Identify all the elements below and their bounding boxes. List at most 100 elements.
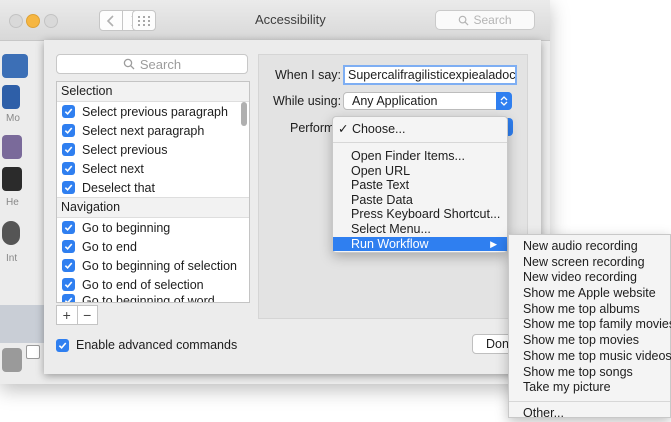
checkbox[interactable] bbox=[62, 259, 75, 272]
checkbox[interactable] bbox=[62, 181, 75, 194]
menu-item-run-workflow[interactable]: Run Workflow ▶ bbox=[333, 236, 507, 252]
chevron-left-icon bbox=[106, 14, 114, 27]
menu-item[interactable]: Open URL bbox=[333, 164, 507, 179]
when-i-say-field[interactable]: Supercalifragilisticexpiealadocious bbox=[343, 65, 517, 85]
checkbox[interactable] bbox=[62, 294, 75, 302]
while-using-value: Any Application bbox=[352, 94, 438, 108]
checkbox[interactable] bbox=[62, 105, 75, 118]
checkbox[interactable] bbox=[62, 221, 75, 234]
add-remove-control: + − bbox=[56, 305, 98, 325]
menu-item[interactable]: Paste Data bbox=[333, 193, 507, 208]
submenu-item-other[interactable]: Other... bbox=[509, 406, 670, 422]
zoom-icon[interactable] bbox=[2, 85, 20, 109]
when-i-say-label: When I say: bbox=[275, 68, 341, 82]
list-item[interactable]: Go to end of selection bbox=[57, 275, 249, 294]
list-item[interactable]: Select previous bbox=[57, 140, 249, 159]
audio-icon[interactable] bbox=[2, 221, 20, 245]
list-item[interactable]: Select next paragraph bbox=[57, 121, 249, 140]
checkbox[interactable] bbox=[62, 124, 75, 137]
list-item-label: Select next paragraph bbox=[82, 123, 205, 138]
submenu-arrow-icon: ▶ bbox=[490, 238, 497, 249]
command-search-field[interactable]: Search bbox=[56, 54, 248, 74]
checkmark-icon bbox=[64, 224, 73, 232]
list-item[interactable]: Go to beginning of word bbox=[57, 294, 249, 303]
list-item-label: Go to beginning of word bbox=[82, 294, 215, 303]
checkmark-icon: ✓ bbox=[338, 122, 352, 136]
submenu-item[interactable]: Show me top songs bbox=[509, 365, 670, 381]
close-button[interactable] bbox=[9, 14, 23, 28]
captions-icon[interactable] bbox=[2, 167, 22, 191]
perform-menu: ✓ Choose... Open Finder Items... Open UR… bbox=[332, 116, 508, 253]
submenu-item[interactable]: Show me Apple website bbox=[509, 286, 670, 302]
search-icon bbox=[459, 15, 469, 26]
minimize-button[interactable] bbox=[26, 14, 40, 28]
menu-item[interactable]: Press Keyboard Shortcut... bbox=[333, 207, 507, 222]
list-item-label: Go to end bbox=[82, 239, 137, 254]
command-list[interactable]: Selection Select previous paragraph Sele… bbox=[56, 81, 250, 303]
submenu-item[interactable]: Show me top movies bbox=[509, 333, 670, 349]
command-search-placeholder: Search bbox=[139, 56, 182, 72]
submenu-item[interactable]: Show me top music videos bbox=[509, 349, 671, 365]
list-item-label: Go to end of selection bbox=[82, 277, 204, 292]
sidebar-peek: Mo He Int bbox=[0, 41, 44, 372]
list-item[interactable]: Select next bbox=[57, 159, 249, 178]
checkmark-icon bbox=[64, 184, 73, 192]
remove-command-button[interactable]: − bbox=[78, 306, 98, 324]
submenu-item[interactable]: Take my picture bbox=[509, 380, 670, 396]
submenu-item[interactable]: Show me top albums bbox=[509, 302, 670, 318]
submenu-item[interactable]: New audio recording bbox=[509, 239, 670, 255]
list-item[interactable]: Go to end bbox=[57, 237, 249, 256]
back-button[interactable] bbox=[99, 10, 123, 31]
checkmark-icon bbox=[64, 127, 73, 135]
submenu-item[interactable]: New video recording bbox=[509, 270, 670, 286]
while-using-label: While using: bbox=[273, 94, 342, 108]
checkmark-icon bbox=[64, 146, 73, 154]
checkmark-icon bbox=[64, 108, 73, 116]
list-item[interactable]: Deselect that bbox=[57, 178, 249, 197]
menu-item[interactable]: Select Menu... bbox=[333, 222, 507, 237]
list-item-label: Go to beginning of selection bbox=[82, 258, 237, 273]
submenu-item[interactable]: Show me top family movies bbox=[509, 317, 671, 333]
checkbox[interactable] bbox=[62, 162, 75, 175]
list-item[interactable]: Select previous paragraph bbox=[57, 102, 249, 121]
sidebar-selected-item[interactable] bbox=[0, 305, 44, 343]
enable-advanced-commands[interactable]: Enable advanced commands bbox=[56, 338, 237, 352]
list-item-label: Select next bbox=[82, 161, 144, 176]
checkbox[interactable] bbox=[62, 278, 75, 291]
checkbox[interactable] bbox=[56, 338, 69, 352]
keyboard-icon[interactable] bbox=[2, 348, 22, 372]
display-icon[interactable] bbox=[2, 54, 28, 78]
menu-bar-checkbox[interactable] bbox=[26, 345, 40, 359]
list-item[interactable]: Go to beginning bbox=[57, 218, 249, 237]
menu-item-label: Run Workflow bbox=[351, 236, 429, 251]
menu-item-label: Choose... bbox=[351, 122, 406, 136]
window-search-placeholder: Search bbox=[473, 13, 512, 27]
list-item-label: Select previous bbox=[82, 142, 168, 157]
while-using-popup[interactable]: Any Application bbox=[343, 92, 512, 110]
sidebar-peek-label: Int bbox=[6, 253, 18, 264]
list-scrollbar[interactable] bbox=[241, 102, 247, 126]
window-title: Accessibility bbox=[255, 12, 326, 27]
menu-item[interactable]: Open Finder Items... bbox=[333, 149, 507, 164]
checkmark-icon bbox=[64, 243, 73, 251]
popup-arrows-icon bbox=[496, 92, 512, 110]
voiceover-icon[interactable] bbox=[2, 135, 22, 159]
add-command-button[interactable]: + bbox=[57, 306, 78, 324]
zoom-button[interactable] bbox=[44, 14, 58, 28]
checkbox[interactable] bbox=[62, 143, 75, 156]
section-header-navigation: Navigation bbox=[57, 197, 249, 218]
list-item[interactable]: Go to beginning of selection bbox=[57, 256, 249, 275]
perform-label: Perform bbox=[290, 121, 335, 135]
menu-item[interactable]: Paste Text bbox=[333, 178, 507, 193]
show-all-button[interactable] bbox=[132, 10, 156, 31]
window-search-field[interactable]: Search bbox=[435, 10, 535, 30]
sidebar-peek-label: He bbox=[6, 197, 19, 208]
run-workflow-submenu: New audio recording New screen recording… bbox=[508, 234, 671, 420]
checkbox[interactable] bbox=[62, 240, 75, 253]
section-header-selection: Selection bbox=[57, 82, 249, 102]
menu-separator bbox=[333, 142, 507, 143]
checkmark-icon bbox=[64, 262, 73, 270]
enable-advanced-label: Enable advanced commands bbox=[76, 338, 238, 352]
submenu-item[interactable]: New screen recording bbox=[509, 255, 670, 271]
menu-item-choose[interactable]: ✓ Choose... bbox=[333, 121, 507, 137]
